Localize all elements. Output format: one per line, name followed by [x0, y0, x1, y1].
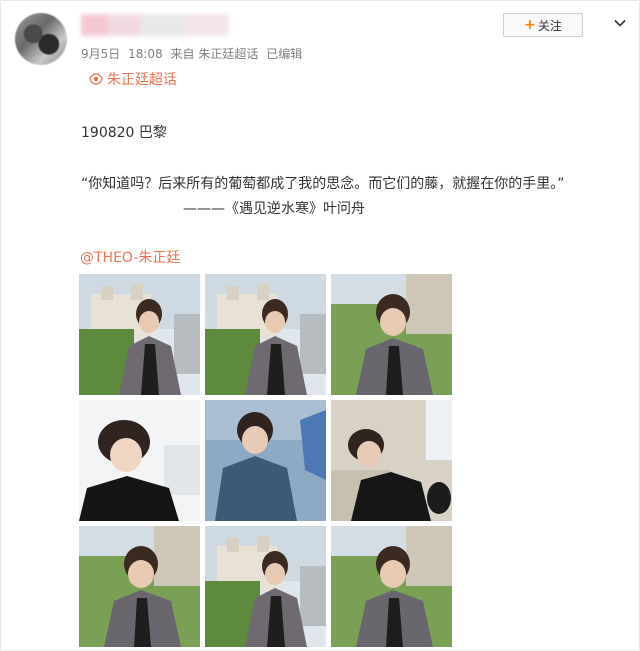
- photo-thumbnail[interactable]: [331, 526, 452, 647]
- follow-button[interactable]: + 关注: [503, 13, 583, 37]
- super-topic-link[interactable]: 朱正廷超话: [89, 69, 177, 89]
- photo-thumbnail[interactable]: [331, 274, 452, 395]
- photo-thumbnail[interactable]: [331, 400, 452, 521]
- post-text-line-3: ———《遇见逆水寒》叶问舟: [183, 201, 365, 217]
- post-date[interactable]: 9月5日: [81, 47, 120, 61]
- photo-thumbnail[interactable]: [79, 526, 200, 647]
- photo-thumbnail[interactable]: [79, 274, 200, 395]
- post-meta: 9月5日 18:08 来自 朱正廷超话 已编辑: [81, 45, 306, 62]
- follow-label: 关注: [537, 18, 562, 33]
- post-edited[interactable]: 已编辑: [266, 47, 302, 61]
- photo-thumbnail[interactable]: [205, 400, 326, 521]
- plus-icon: +: [524, 17, 536, 33]
- username-blurred[interactable]: [81, 14, 229, 36]
- post-source[interactable]: 来自 朱正廷超话: [171, 47, 259, 61]
- super-topic-icon: [89, 73, 103, 85]
- super-topic-label: 朱正廷超话: [107, 72, 177, 88]
- avatar[interactable]: [15, 13, 67, 65]
- chevron-down-icon[interactable]: [613, 15, 627, 29]
- post-text-line-1: 190820 巴黎: [81, 125, 167, 141]
- photo-grid: [79, 274, 453, 647]
- mention-link[interactable]: @THEO-朱正廷: [80, 247, 180, 267]
- post-time[interactable]: 18:08: [128, 47, 163, 61]
- weibo-post-card: 9月5日 18:08 来自 朱正廷超话 已编辑 + 关注 朱正廷超话 19082…: [0, 0, 640, 651]
- photo-thumbnail[interactable]: [79, 400, 200, 521]
- post-text-line-2: “你知道吗？后来所有的葡萄都成了我的思念。而它们的藤，就握在你的手里。”: [81, 176, 565, 192]
- photo-thumbnail[interactable]: [205, 274, 326, 395]
- photo-thumbnail[interactable]: [205, 526, 326, 647]
